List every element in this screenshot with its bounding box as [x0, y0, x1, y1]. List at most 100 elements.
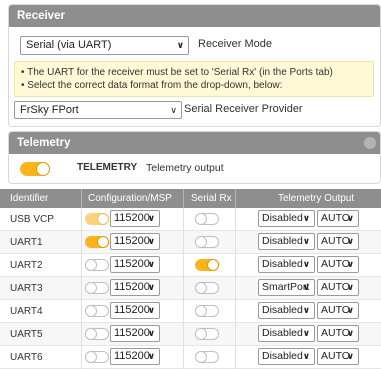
- chevron-down-icon: ∨: [346, 259, 354, 269]
- chevron-down-icon: ∨: [302, 305, 310, 315]
- header-separator: [235, 189, 236, 208]
- telemetry-baud-select[interactable]: AUTO ∨: [317, 302, 359, 319]
- chevron-down-icon: ∨: [346, 213, 354, 223]
- msp-baud-select[interactable]: 115200 ∨: [110, 256, 160, 273]
- telemetry-output-value: Disabled: [262, 212, 303, 224]
- row-separator: [235, 231, 236, 254]
- telemetry-output-select[interactable]: Disabled ∨: [258, 325, 315, 342]
- port-identifier: UART1: [10, 237, 43, 248]
- chevron-down-icon: ∨: [147, 328, 155, 338]
- serial-rx-toggle[interactable]: [195, 213, 219, 225]
- msp-baud-value: 115200: [114, 258, 150, 270]
- receiver-provider-value: FrSky FPort: [20, 104, 79, 116]
- serial-rx-toggle[interactable]: [195, 305, 219, 317]
- receiver-mode-select[interactable]: Serial (via UART) ∨: [20, 36, 189, 55]
- telemetry-toggle-desc: Telemetry output: [146, 162, 224, 174]
- row-separator: [235, 323, 236, 346]
- port-identifier: USB VCP: [10, 214, 54, 225]
- close-icon[interactable]: [364, 137, 376, 149]
- table-row: USB VCP 115200 ∨ Disabled ∨ AUTO ∨: [0, 208, 381, 231]
- msp-baud-select[interactable]: 115200 ∨: [110, 210, 160, 227]
- toggle-knob: [97, 213, 109, 225]
- table-row: UART4 115200 ∨ Disabled ∨ AUTO ∨: [0, 300, 381, 323]
- telemetry-baud-select[interactable]: AUTO ∨: [317, 348, 359, 365]
- telemetry-toggle[interactable]: [20, 162, 50, 176]
- msp-baud-select[interactable]: 115200 ∨: [110, 279, 160, 296]
- chevron-down-icon: ∨: [147, 351, 155, 361]
- chevron-down-icon: ∨: [302, 282, 310, 292]
- msp-toggle[interactable]: [85, 236, 109, 248]
- table-row: UART5 115200 ∨ Disabled ∨ AUTO ∨: [0, 323, 381, 346]
- chevron-down-icon: ∨: [170, 105, 177, 115]
- telemetry-output-select[interactable]: Disabled ∨: [258, 256, 315, 273]
- serial-rx-toggle[interactable]: [195, 351, 219, 363]
- row-separator: [183, 346, 184, 369]
- receiver-panel-header: Receiver: [9, 5, 380, 27]
- table-row: UART2 115200 ∨ Disabled ∨ AUTO ∨: [0, 254, 381, 277]
- receiver-note-2: • Select the correct data format from th…: [21, 80, 283, 91]
- chevron-down-icon: ∨: [302, 259, 310, 269]
- chevron-down-icon: ∨: [302, 351, 310, 361]
- toggle-knob: [195, 213, 207, 225]
- table-row: UART6 115200 ∨ Disabled ∨ AUTO ∨: [0, 346, 381, 369]
- table-row: UART3 115200 ∨ SmartPort ∨ AUTO ∨: [0, 277, 381, 300]
- receiver-provider-select[interactable]: FrSky FPort ∨: [14, 101, 182, 119]
- receiver-note-1: • The UART for the receiver must be set …: [21, 67, 333, 78]
- telemetry-baud-select[interactable]: AUTO ∨: [317, 279, 359, 296]
- serial-rx-toggle[interactable]: [195, 282, 219, 294]
- telemetry-output-select[interactable]: Disabled ∨: [258, 348, 315, 365]
- telemetry-baud-select[interactable]: AUTO ∨: [317, 233, 359, 250]
- row-separator: [81, 208, 82, 231]
- telemetry-baud-value: AUTO: [321, 281, 350, 293]
- ports-table: Identifier Configuration/MSP Serial Rx T…: [0, 189, 381, 369]
- serial-rx-toggle[interactable]: [195, 236, 219, 248]
- msp-baud-value: 115200: [114, 304, 150, 316]
- chevron-down-icon: ∨: [346, 282, 354, 292]
- row-separator: [183, 231, 184, 254]
- msp-baud-select[interactable]: 115200 ∨: [110, 348, 160, 365]
- toggle-knob: [195, 305, 207, 317]
- chevron-down-icon: ∨: [346, 236, 354, 246]
- msp-toggle[interactable]: [85, 282, 109, 294]
- msp-toggle[interactable]: [85, 259, 109, 271]
- port-identifier: UART5: [10, 329, 43, 340]
- telemetry-baud-select[interactable]: AUTO ∨: [317, 325, 359, 342]
- serial-rx-toggle[interactable]: [195, 328, 219, 340]
- telemetry-output-value: Disabled: [262, 304, 303, 316]
- toggle-knob: [97, 236, 109, 248]
- row-separator: [235, 277, 236, 300]
- toggle-knob: [195, 351, 207, 363]
- chevron-down-icon: ∨: [302, 236, 310, 246]
- chevron-down-icon: ∨: [346, 328, 354, 338]
- chevron-down-icon: ∨: [147, 213, 155, 223]
- row-separator: [183, 323, 184, 346]
- msp-baud-select[interactable]: 115200 ∨: [110, 302, 160, 319]
- row-separator: [235, 254, 236, 277]
- toggle-knob: [207, 259, 219, 271]
- telemetry-output-select[interactable]: Disabled ∨: [258, 302, 315, 319]
- toggle-knob: [36, 162, 50, 176]
- telemetry-output-select[interactable]: Disabled ∨: [258, 233, 315, 250]
- telemetry-baud-select[interactable]: AUTO ∨: [317, 210, 359, 227]
- msp-baud-value: 115200: [114, 212, 150, 224]
- row-separator: [81, 254, 82, 277]
- table-row: UART1 115200 ∨ Disabled ∨ AUTO ∨: [0, 231, 381, 254]
- receiver-note-box: • The UART for the receiver must be set …: [14, 61, 374, 97]
- chevron-down-icon: ∨: [147, 282, 155, 292]
- receiver-mode-label: Receiver Mode: [198, 38, 272, 50]
- toggle-knob: [195, 328, 207, 340]
- telemetry-baud-select[interactable]: AUTO ∨: [317, 256, 359, 273]
- header-configuration: Configuration/MSP: [88, 193, 172, 204]
- msp-baud-select[interactable]: 115200 ∨: [110, 325, 160, 342]
- header-serial-rx: Serial Rx: [191, 193, 232, 204]
- telemetry-output-select[interactable]: SmartPort ∨: [258, 279, 315, 296]
- chevron-down-icon: ∨: [147, 236, 155, 246]
- msp-toggle[interactable]: [85, 213, 109, 225]
- telemetry-output-value: Disabled: [262, 258, 303, 270]
- serial-rx-toggle[interactable]: [195, 259, 219, 271]
- msp-toggle[interactable]: [85, 328, 109, 340]
- msp-toggle[interactable]: [85, 351, 109, 363]
- msp-toggle[interactable]: [85, 305, 109, 317]
- telemetry-output-select[interactable]: Disabled ∨: [258, 210, 315, 227]
- msp-baud-select[interactable]: 115200 ∨: [110, 233, 160, 250]
